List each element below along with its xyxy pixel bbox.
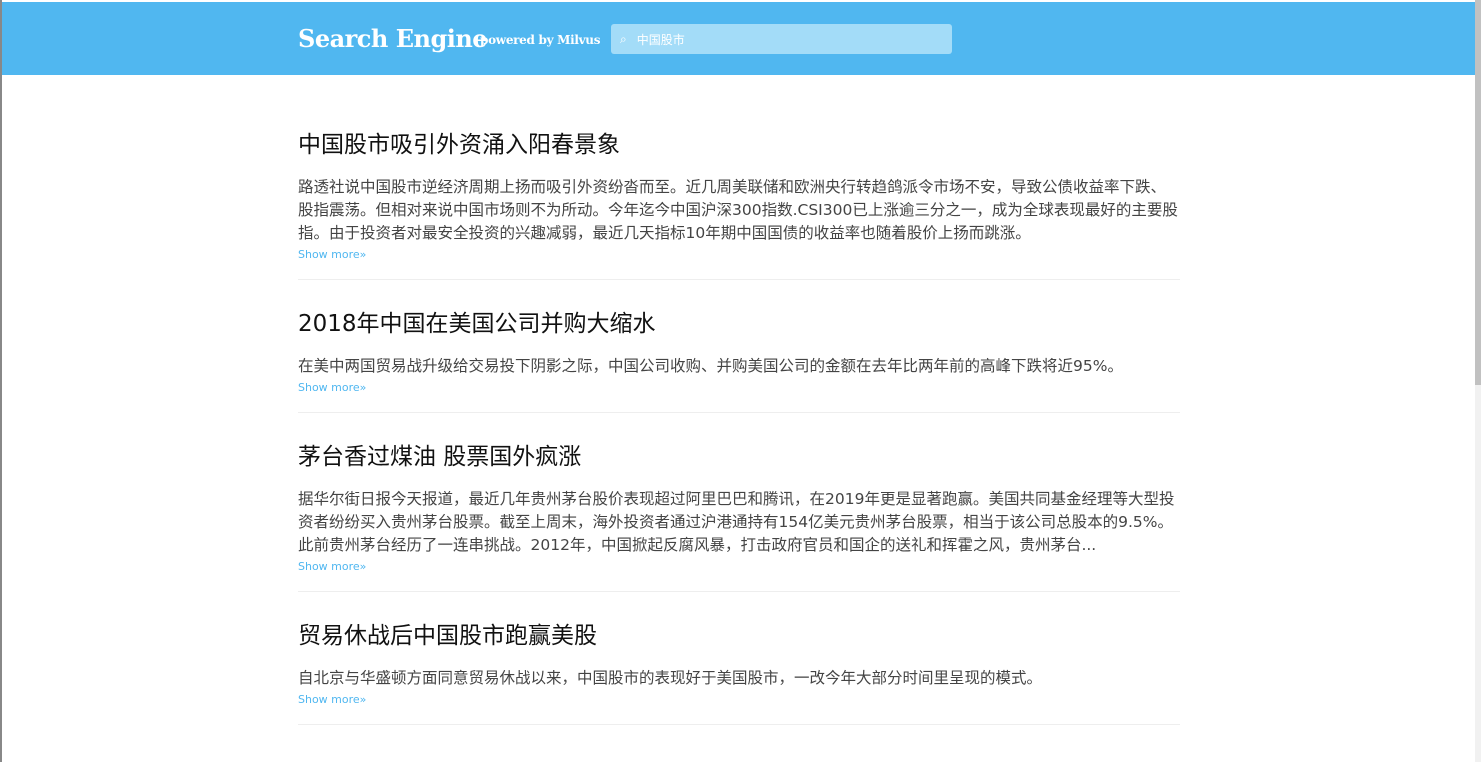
result-title[interactable]: 2018年中国在美国公司并购大缩水	[298, 309, 1180, 339]
result-item: 2018年中国在美国公司并购大缩水 在美中两国贸易战升级给交易投下阴影之际，中国…	[298, 309, 1180, 413]
show-more-label: Show more	[298, 693, 360, 706]
result-title[interactable]: 中国股市吸引外资涌入阳春景象	[298, 130, 1180, 160]
result-snippet: 在美中两国贸易战升级给交易投下阴影之际，中国公司收购、并购美国公司的金额在去年比…	[298, 357, 1123, 375]
chevron-down-icon: »	[359, 381, 367, 394]
app-title: Search Engine	[298, 24, 488, 53]
powered-by: powered by Milvus	[480, 33, 601, 47]
result-title[interactable]: 贸易休战后中国股市跑赢美股	[298, 621, 1180, 651]
show-more-label: Show more	[298, 248, 360, 261]
scrollbar-thumb[interactable]	[1475, 0, 1481, 385]
show-more-link[interactable]: Show more»	[298, 560, 1180, 573]
results-list: 中国股市吸引外资涌入阳春景象 路透社说中国股市逆经济周期上扬而吸引外资纷沓而至。…	[298, 120, 1180, 754]
result-snippet: 据华尔街日报今天报道，最近几年贵州茅台股价表现超过阿里巴巴和腾讯，在2019年更…	[298, 490, 1175, 554]
search-box[interactable]: ⌕	[611, 24, 952, 54]
chevron-down-icon: »	[359, 693, 367, 706]
show-more-label: Show more	[298, 381, 360, 394]
show-more-link[interactable]: Show more»	[298, 693, 1180, 706]
show-more-link[interactable]: Show more»	[298, 381, 1180, 394]
chevron-down-icon: »	[359, 560, 367, 573]
result-item: 茅台香过煤油 股票国外疯涨 据华尔街日报今天报道，最近几年贵州茅台股价表现超过阿…	[298, 442, 1180, 592]
result-item: 贸易休战后中国股市跑赢美股 自北京与华盛顿方面同意贸易休战以来，中国股市的表现好…	[298, 621, 1180, 725]
result-snippet: 自北京与华盛顿方面同意贸易休战以来，中国股市的表现好于美国股市，一改今年大部分时…	[298, 669, 1043, 687]
search-icon: ⌕	[620, 31, 627, 46]
result-title[interactable]: 茅台香过煤油 股票国外疯涨	[298, 442, 1180, 472]
show-more-label: Show more	[298, 560, 360, 573]
result-item: 中国股市吸引外资涌入阳春景象 路透社说中国股市逆经济周期上扬而吸引外资纷沓而至。…	[298, 130, 1180, 280]
show-more-link[interactable]: Show more»	[298, 248, 1180, 261]
scrollbar[interactable]	[1475, 0, 1481, 762]
header-bar: Search Engine powered by Milvus ⌕	[2, 2, 1477, 75]
result-snippet: 路透社说中国股市逆经济周期上扬而吸引外资纷沓而至。近几周美联储和欧洲央行转趋鸽派…	[298, 178, 1178, 242]
search-input[interactable]	[634, 31, 939, 47]
chevron-down-icon: »	[359, 248, 367, 261]
